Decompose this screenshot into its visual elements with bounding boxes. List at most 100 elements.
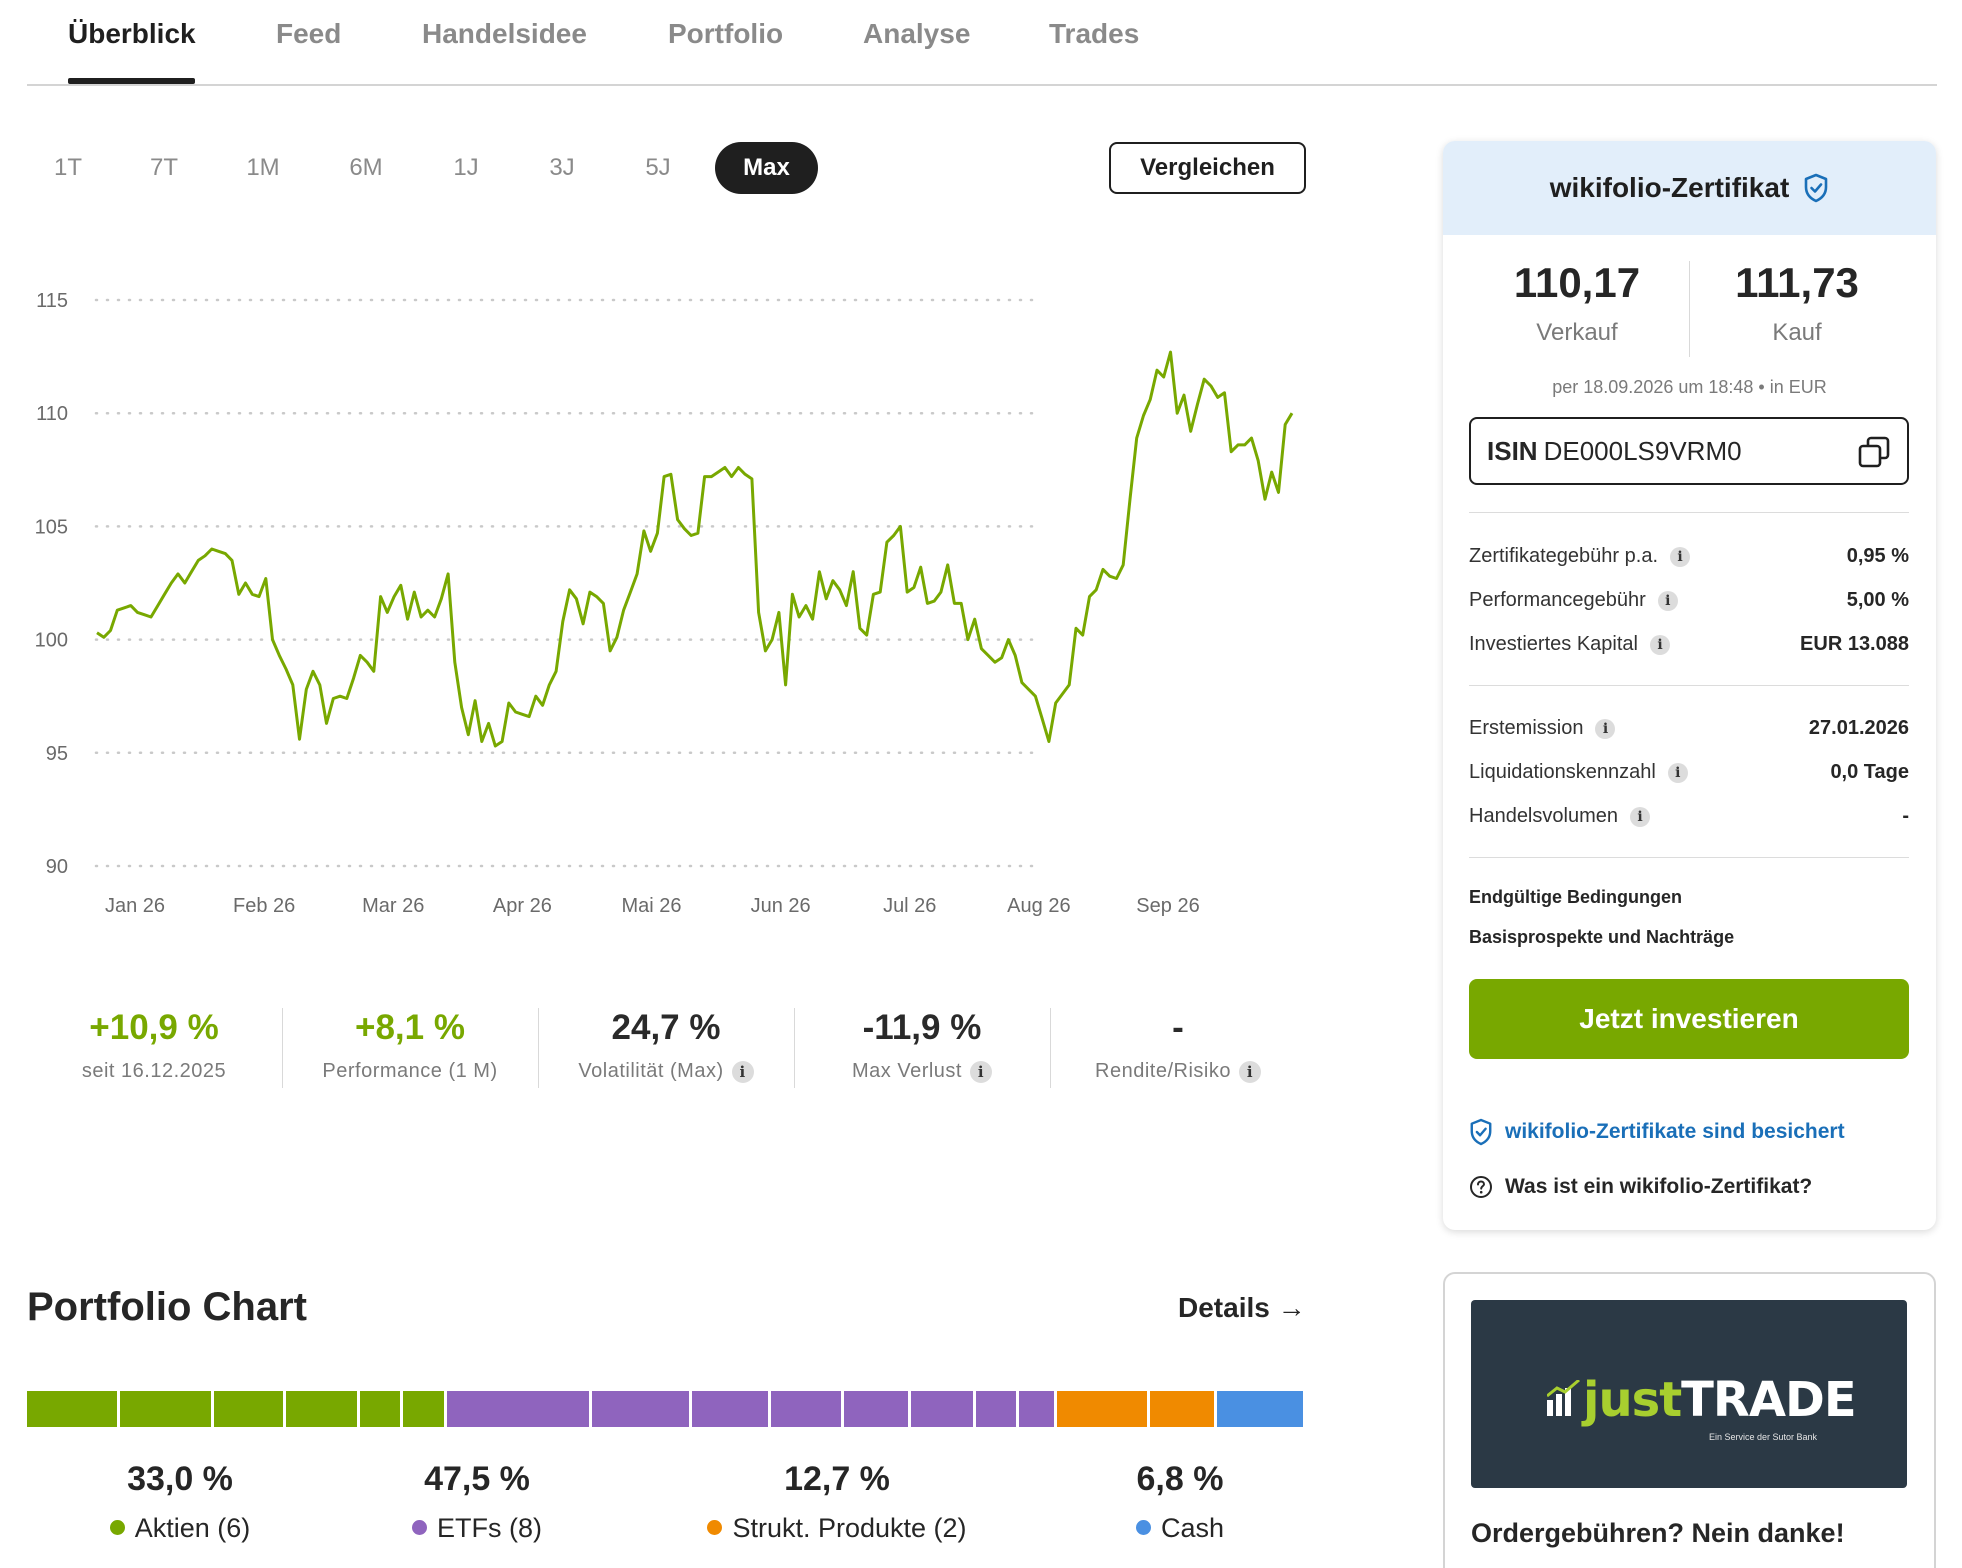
info-icon[interactable]: i <box>1595 718 1616 739</box>
x-tick-label: Mar 26 <box>362 895 424 917</box>
stat-return-risk-value: - <box>1172 1008 1184 1047</box>
allocation-segment[interactable] <box>27 1391 118 1427</box>
invested-capital-value: EUR 13.088 <box>1800 633 1909 655</box>
stat-performance-label: Performance (1 M) <box>322 1060 498 1082</box>
prospectus-link[interactable]: Basisprospekte und Nachträge <box>1469 927 1734 948</box>
allocation-segment[interactable] <box>692 1391 769 1427</box>
range-1t[interactable]: 1T <box>40 142 96 194</box>
x-tick-label: Jul 26 <box>883 895 936 917</box>
allocation-segment[interactable] <box>976 1391 1017 1427</box>
liquidation-row: Liquidationskennzahl i 0,0 Tage <box>1469 761 1909 791</box>
what-is-link-label: Was ist ein wikifolio-Zertifikat? <box>1505 1175 1813 1198</box>
broker-ad-card[interactable]: justTRADE Ein Service der Sutor Bank Ord… <box>1443 1272 1936 1568</box>
invested-capital-row: Investiertes Kapital i EUR 13.088 <box>1469 633 1909 663</box>
portfolio-chart-title: Portfolio Chart <box>27 1285 307 1329</box>
tab-portfolio[interactable]: Portfolio <box>668 18 783 50</box>
trading-volume-row: Handelsvolumen i - <box>1469 805 1909 835</box>
allocation-segment[interactable] <box>360 1391 401 1427</box>
tab-trade-idea[interactable]: Handelsidee <box>422 18 587 50</box>
allocation-segment[interactable] <box>1057 1391 1148 1427</box>
invest-button[interactable]: Jetzt investieren <box>1469 979 1909 1059</box>
info-icon[interactable]: i <box>1238 1060 1261 1083</box>
allocation-etfs-label: ETFs (8) <box>437 1513 542 1543</box>
copy-icon[interactable] <box>1857 435 1891 469</box>
tab-trades[interactable]: Trades <box>1049 18 1139 50</box>
x-tick-label: Jun 26 <box>751 895 811 917</box>
range-1j[interactable]: 1J <box>438 142 494 194</box>
isin-value: DE000LS9VRM0 <box>1543 436 1742 466</box>
allocation-stocks-value: 33,0 % <box>127 1460 233 1498</box>
certificate-fee-label: Zertifikategebühr p.a. <box>1469 545 1658 567</box>
isin-label: ISIN <box>1487 436 1538 466</box>
allocation-cash: 6,8 % Cash <box>1080 1460 1280 1544</box>
stat-performance-1m: +8,1 % Performance (1 M) <box>300 1008 520 1083</box>
tab-feed[interactable]: Feed <box>276 18 341 50</box>
certificate-title: wikifolio-Zertifikat <box>1549 172 1790 203</box>
allocation-segment[interactable] <box>213 1391 284 1427</box>
ad-logo-subtitle: Ein Service der Sutor Bank <box>1709 1432 1818 1442</box>
ask-price-value: 111,73 <box>1735 259 1859 306</box>
allocation-segment[interactable] <box>403 1391 445 1427</box>
allocation-segment[interactable] <box>771 1391 841 1427</box>
allocation-stocks: 33,0 % Aktien (6) <box>80 1460 280 1544</box>
y-tick-label: 115 <box>36 290 68 312</box>
info-icon[interactable]: i <box>969 1060 992 1083</box>
info-icon[interactable]: i <box>731 1060 754 1083</box>
invested-capital-label: Investiertes Kapital <box>1469 633 1638 655</box>
stat-return-risk: - Rendite/Risiko i <box>1068 1008 1288 1083</box>
compare-button[interactable]: Vergleichen <box>1109 142 1306 194</box>
range-7t[interactable]: 7T <box>136 142 192 194</box>
issue-date-label: Erstemission <box>1469 717 1584 739</box>
bid-price-value: 110,17 <box>1513 259 1641 306</box>
stat-return-risk-label: Rendite/Risiko <box>1095 1060 1231 1082</box>
x-tick-label: Aug 26 <box>1007 895 1070 917</box>
allocation-segment[interactable] <box>286 1391 358 1427</box>
secured-link[interactable]: wikifolio-Zertifikate sind besichert <box>1469 1118 1845 1146</box>
range-3j[interactable]: 3J <box>534 142 590 194</box>
tab-analysis[interactable]: Analyse <box>863 18 970 50</box>
legend-dot <box>109 1520 125 1536</box>
allocation-segment[interactable] <box>592 1391 690 1427</box>
certificate-fee-value: 0,95 % <box>1846 545 1909 567</box>
performance-line <box>96 350 1294 748</box>
legend-dot <box>707 1520 723 1536</box>
allocation-segment[interactable] <box>1019 1391 1055 1427</box>
ask-price-label: Kauf <box>1772 319 1822 346</box>
info-icon[interactable]: i <box>1667 762 1688 783</box>
allocation-segment[interactable] <box>1216 1391 1304 1427</box>
info-icon[interactable]: i <box>1657 590 1678 611</box>
isin-field: ISIN DE000LS9VRM0 <box>1469 417 1909 485</box>
y-tick-label: 100 <box>35 630 68 652</box>
info-icon[interactable]: i <box>1649 634 1670 655</box>
allocation-structured-label: Strukt. Produkte (2) <box>732 1513 967 1543</box>
x-tick-label: Apr 26 <box>493 895 552 917</box>
stat-volatility-label: Volatilität (Max) <box>578 1060 724 1082</box>
allocation-segment[interactable] <box>447 1391 590 1427</box>
range-5j[interactable]: 5J <box>630 142 686 194</box>
info-icon[interactable]: i <box>1629 806 1650 827</box>
allocation-etfs-value: 47,5 % <box>424 1460 530 1498</box>
info-icon[interactable]: i <box>1670 546 1690 567</box>
stat-volatility: 24,7 % Volatilität (Max) i <box>556 1008 776 1083</box>
allocation-segment[interactable] <box>843 1391 909 1427</box>
performance-fee-value: 5,00 % <box>1846 589 1909 611</box>
divider <box>1469 685 1909 686</box>
what-is-link[interactable]: Was ist ein wikifolio-Zertifikat? <box>1469 1175 1812 1199</box>
portfolio-details-link[interactable]: Details → <box>1178 1292 1306 1324</box>
allocation-segment[interactable] <box>1150 1391 1214 1427</box>
stat-since-start-value: +10,9 % <box>89 1008 219 1047</box>
range-max[interactable]: Max <box>715 142 818 194</box>
ad-logo-trade: TRADE <box>1681 1372 1856 1428</box>
stat-max-loss-label: Max Verlust <box>852 1060 962 1082</box>
ask-price: 111,73 Kauf <box>1687 259 1907 347</box>
liquidation-label: Liquidationskennzahl <box>1469 761 1656 783</box>
issue-date-row: Erstemission i 27.01.2026 <box>1469 717 1909 747</box>
certificate-card: wikifolio-Zertifikat 110,17 Verkauf 111,… <box>1443 141 1936 1230</box>
tab-overview[interactable]: Überblick <box>68 18 196 50</box>
range-6m[interactable]: 6M <box>334 142 398 194</box>
allocation-segment[interactable] <box>911 1391 974 1427</box>
final-terms-link[interactable]: Endgültige Bedingungen <box>1469 887 1682 908</box>
secured-link-label: wikifolio-Zertifikate sind besichert <box>1505 1120 1845 1143</box>
range-1m[interactable]: 1M <box>232 142 294 194</box>
allocation-segment[interactable] <box>120 1391 211 1427</box>
